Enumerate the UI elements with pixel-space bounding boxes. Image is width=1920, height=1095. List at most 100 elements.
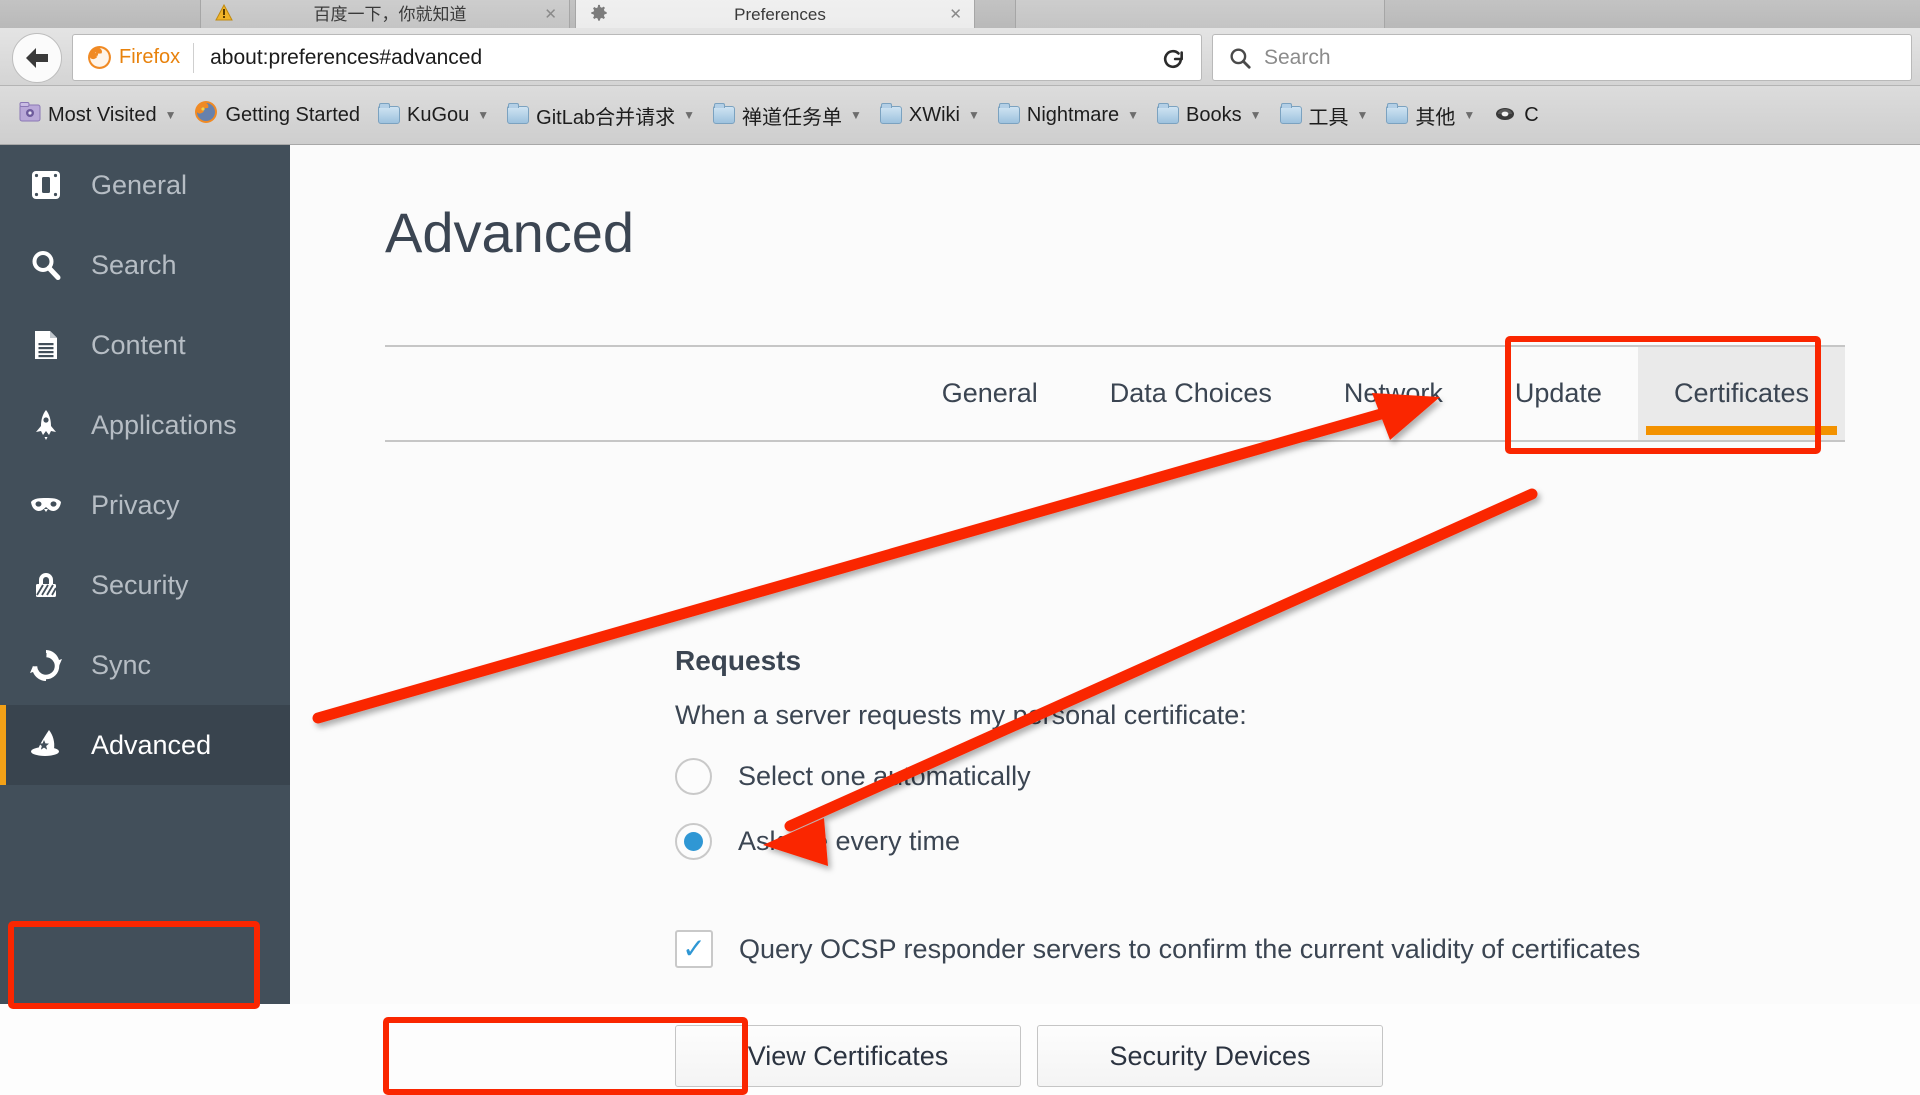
bookmark-label: 其他 [1415, 106, 1456, 129]
folder-icon [507, 103, 530, 124]
browser-tab[interactable]: Preferences ✕ [575, 0, 975, 28]
tab-general[interactable]: General [906, 347, 1074, 440]
bookmark-other[interactable]: 其他 ▼ [1377, 97, 1484, 134]
bookmark-kugou[interactable]: KuGou ▼ [369, 100, 498, 131]
back-arrow-icon [26, 48, 48, 68]
bookmark-label: C [1524, 103, 1539, 126]
bookmark-label: 禅道任务单 [741, 106, 842, 129]
sidebar-item-general[interactable]: General [0, 145, 290, 225]
sidebar-item-label: Privacy [91, 489, 180, 520]
bookmark-c[interactable]: C [1484, 98, 1547, 132]
bookmark-getting-started[interactable]: Getting Started [185, 96, 369, 134]
bookmark-label: Getting Started [225, 103, 360, 126]
tab-certificates[interactable]: Certificates [1637, 347, 1845, 440]
chevron-down-icon[interactable]: ▼ [1250, 108, 1262, 122]
button-label: View Certificates [747, 1040, 949, 1071]
reload-button[interactable] [1155, 43, 1191, 75]
sync-icon [27, 646, 65, 684]
ocsp-label: Query OCSP responder servers to confirm … [739, 933, 1641, 964]
firefox-icon [194, 100, 218, 130]
bookmark-label: XWiki [908, 103, 960, 126]
tab-network[interactable]: Network [1308, 347, 1479, 440]
bookmark-label: GitLab合并请求 [536, 106, 676, 129]
navigation-toolbar: Firefox about:preferences#advanced Searc… [0, 28, 1920, 86]
radio-button[interactable] [675, 758, 712, 795]
radio-label: Select one automatically [738, 761, 1031, 791]
tab-data-choices[interactable]: Data Choices [1074, 347, 1308, 440]
sidebar-item-label: Advanced [91, 729, 212, 760]
folder-icon [378, 103, 400, 124]
bookmark-tools[interactable]: 工具 ▼ [1271, 97, 1378, 134]
sidebar-item-sync[interactable]: Sync [0, 625, 290, 705]
back-button[interactable] [12, 33, 62, 83]
folder-icon [879, 103, 902, 124]
sidebar-item-security[interactable]: Security [0, 545, 290, 625]
chevron-down-icon[interactable]: ▼ [850, 108, 862, 122]
chevron-down-icon[interactable]: ▼ [683, 108, 695, 122]
chevron-down-icon[interactable]: ▼ [968, 108, 980, 122]
page-title: Advanced [385, 201, 635, 264]
bookmark-gitlab[interactable]: GitLab合并请求 ▼ [498, 97, 704, 134]
radio-ask-me-every-time[interactable]: Ask me every time [675, 823, 960, 860]
search-bar[interactable]: Search [1212, 34, 1912, 81]
folder-icon [1386, 103, 1409, 124]
browser-tab-label: 百度一下，你就知道 [313, 5, 467, 24]
close-icon[interactable]: ✕ [949, 5, 962, 23]
chevron-down-icon[interactable]: ▼ [477, 108, 489, 122]
button-label: Security Devices [1109, 1040, 1311, 1071]
bookmark-label: Most Visited [48, 103, 157, 126]
url-bar[interactable]: Firefox about:preferences#advanced [72, 34, 1202, 81]
chevron-down-icon[interactable]: ▼ [1127, 108, 1139, 122]
sidebar-item-label: Security [91, 569, 189, 600]
bookmarks-toolbar: Most Visited ▼ Getting Started KuGou ▼ G… [0, 86, 1920, 145]
sidebar-item-content[interactable]: Content [0, 305, 290, 385]
sidebar-item-advanced[interactable]: Advanced [0, 705, 290, 785]
radio-label: Ask me every time [738, 826, 961, 856]
bookmark-nightmare[interactable]: Nightmare ▼ [989, 100, 1148, 131]
radio-button[interactable] [675, 823, 712, 860]
sidebar-item-label: Content [91, 329, 186, 360]
sidebar-item-applications[interactable]: Applications [0, 385, 290, 465]
browser-tab-label: Preferences [734, 5, 826, 24]
url-text[interactable]: about:preferences#advanced [194, 46, 482, 70]
bookmark-label: Books [1186, 103, 1242, 126]
ocsp-checkbox[interactable]: ✓ [675, 930, 713, 968]
security-devices-button[interactable]: Security Devices [1037, 1025, 1383, 1087]
browser-tab[interactable]: 百度一下，你就知道 ✕ [200, 0, 570, 28]
sidebar-item-label: Applications [91, 409, 237, 440]
bookmark-label: KuGou [407, 103, 470, 126]
view-certificates-button[interactable]: View Certificates [675, 1025, 1021, 1087]
gear-icon [590, 4, 608, 22]
tab-label: Network [1343, 378, 1443, 408]
tab-label: Update [1514, 378, 1602, 408]
tab-label: General [941, 378, 1038, 408]
bookmark-most-visited[interactable]: Most Visited ▼ [10, 98, 185, 132]
sidebar-item-privacy[interactable]: Privacy [0, 465, 290, 545]
preferences-page: General Search Content Applications Priv [0, 145, 1920, 1095]
tab-strip: 百度一下，你就知道 ✕ Preferences ✕ [0, 0, 1920, 28]
search-icon [27, 246, 65, 284]
browser-tab[interactable] [1015, 0, 1385, 28]
radio-select-one-automatically[interactable]: Select one automatically [675, 758, 1031, 795]
search-icon [1230, 47, 1251, 69]
chevron-down-icon[interactable]: ▼ [1463, 108, 1475, 122]
chevron-down-icon[interactable]: ▼ [165, 108, 177, 122]
search-input[interactable]: Search [1264, 46, 1331, 70]
bookmark-books[interactable]: Books ▼ [1148, 100, 1270, 131]
browser-chrome: 百度一下，你就知道 ✕ Preferences ✕ Firefox about:… [0, 0, 1920, 145]
tab-label: Certificates [1673, 378, 1809, 408]
ocsp-checkbox-row[interactable]: ✓ Query OCSP responder servers to confir… [675, 930, 1640, 968]
document-icon [27, 326, 65, 364]
close-icon[interactable]: ✕ [544, 5, 557, 23]
bookmark-zentao[interactable]: 禅道任务单 ▼ [704, 97, 871, 134]
warning-icon [215, 3, 233, 22]
folder-icon [1157, 103, 1180, 124]
tab-update[interactable]: Update [1479, 347, 1638, 440]
chevron-down-icon[interactable]: ▼ [1357, 108, 1369, 122]
sidebar-item-search[interactable]: Search [0, 225, 290, 305]
firefox-icon [88, 46, 111, 69]
bookmark-xwiki[interactable]: XWiki ▼ [871, 100, 989, 131]
identity-label: Firefox [119, 46, 181, 68]
identity-box[interactable]: Firefox [73, 42, 195, 73]
preferences-content: Advanced General Data Choices Network Up… [290, 145, 1920, 1087]
